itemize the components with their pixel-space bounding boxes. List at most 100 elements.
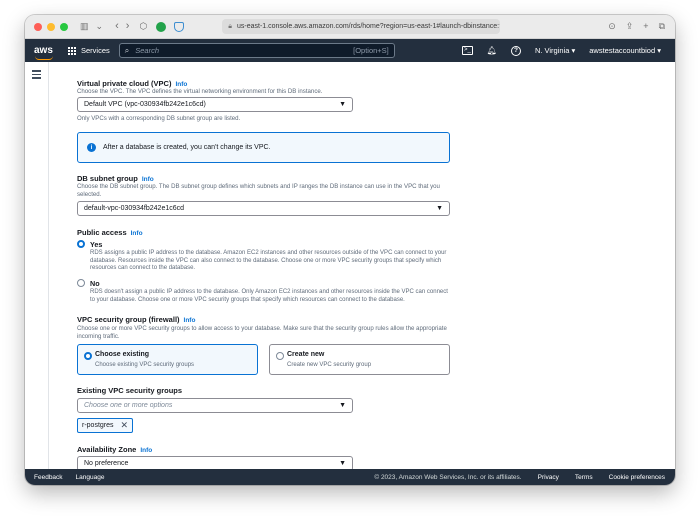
security-group-token-label: r-postgres	[82, 422, 114, 429]
availability-zone-label-text: Availability Zone	[77, 445, 137, 454]
close-window-button[interactable]	[34, 22, 42, 31]
vpc-info-link[interactable]: Info	[175, 81, 187, 88]
share-icon[interactable]: ⇪	[626, 21, 634, 32]
account-menu[interactable]: awstestaccountbiod ▾	[589, 46, 661, 55]
browser-actions: ⊙ ⇪ + ⧉	[608, 21, 665, 32]
caret-down-icon: ▼	[339, 460, 346, 467]
back-icon[interactable]: ‹	[115, 21, 119, 32]
security-group-description: Choose one or more VPC security groups t…	[77, 325, 447, 340]
extension-icon[interactable]: ⬡	[139, 22, 147, 31]
cloudshell-icon[interactable]: >_	[461, 46, 473, 55]
sidebar-toggle-icon[interactable]: ▥	[80, 22, 89, 31]
window-controls	[34, 22, 68, 31]
search-input[interactable]: ⌕ Search [Option+S]	[118, 43, 395, 58]
account-label: awstestaccountbiod	[589, 46, 656, 55]
side-navigation-rail	[25, 62, 49, 469]
remove-token-icon[interactable]: ✕	[120, 421, 128, 430]
nav-actions: >_ 🔔︎ ? N. Virginia ▾ awstestaccountbiod…	[461, 45, 661, 56]
grid-icon	[68, 46, 76, 55]
minimize-window-button[interactable]	[47, 22, 55, 31]
copyright-text: © 2023, Amazon Web Services, Inc. or its…	[374, 473, 522, 481]
vpc-select[interactable]: Default VPC (vpc-030934fb242e1c6cd) ▼	[77, 97, 353, 112]
privacy-link[interactable]: Privacy	[538, 474, 559, 481]
create-new-description: Create new VPC security group	[287, 362, 372, 368]
aws-top-nav: aws Services ⌕ Search [Option+S] >_ 🔔︎ ?…	[25, 39, 675, 62]
aws-logo-smile	[35, 56, 53, 60]
browser-toolbar: ▥ ⌄ ‹ › ⬡ 🔒︎ us-east-1.console.aws.amazo…	[25, 15, 675, 39]
main-content: Virtual private cloud (VPC) Info Choose t…	[49, 62, 675, 469]
caret-down-icon: ▼	[339, 101, 346, 108]
caret-down-icon: ▼	[339, 402, 346, 409]
caret-down-icon: ▼	[436, 205, 443, 212]
choose-existing-label: Choose existing	[95, 351, 150, 358]
security-group-info-link[interactable]: Info	[184, 317, 196, 324]
public-access-info-link[interactable]: Info	[131, 230, 143, 237]
zoom-window-button[interactable]	[60, 22, 68, 31]
region-selector[interactable]: N. Virginia ▾	[535, 46, 575, 55]
feedback-link[interactable]: Feedback	[34, 474, 63, 481]
language-link[interactable]: Language	[76, 474, 105, 481]
alert-text: After a database is created, you can't c…	[103, 144, 271, 151]
availability-zone-info-link[interactable]: Info	[140, 447, 152, 454]
shield-icon[interactable]	[174, 21, 185, 32]
subnet-description: Choose the DB subnet group. The DB subne…	[77, 183, 440, 198]
notifications-bell-icon[interactable]: 🔔︎	[487, 46, 497, 55]
reload-icon[interactable]: ↻	[499, 23, 500, 31]
vpc-description: Choose the VPC. The VPC defines the virt…	[77, 88, 323, 95]
downloads-icon[interactable]: ⊙	[608, 21, 616, 32]
create-new-tile[interactable]: Create new Create new VPC security group	[269, 344, 450, 375]
create-new-label: Create new	[287, 351, 325, 358]
page-footer: Feedback Language © 2023, Amazon Web Ser…	[25, 469, 675, 485]
public-access-yes-description: RDS assigns a public IP address to the d…	[90, 250, 447, 271]
public-access-no-radio[interactable]	[77, 279, 85, 287]
terms-link[interactable]: Terms	[575, 474, 593, 481]
vpc-selected-value: Default VPC (vpc-030934fb242e1c6cd)	[84, 101, 206, 108]
public-access-label-text: Public access	[77, 228, 127, 237]
availability-zone-label: Availability Zone Info	[77, 445, 152, 454]
existing-groups-select[interactable]: Choose one or more options ▼	[77, 398, 353, 413]
help-icon[interactable]: ?	[510, 45, 521, 56]
public-access-yes-label: Yes	[90, 240, 103, 249]
region-label: N. Virginia	[534, 46, 570, 55]
search-shortcut: [Option+S]	[353, 46, 389, 55]
dropdown-chevron-icon[interactable]: ⌄	[96, 22, 104, 31]
vpc-note: Only VPCs with a corresponding DB subnet…	[77, 115, 241, 122]
tab-overview-icon[interactable]: ⧉	[659, 21, 665, 32]
search-icon: ⌕	[124, 45, 130, 55]
vpc-label: Virtual private cloud (VPC) Info	[77, 79, 187, 88]
lock-icon: 🔒︎	[228, 22, 232, 30]
existing-groups-label: Existing VPC security groups	[77, 386, 183, 395]
new-tab-icon[interactable]: +	[643, 21, 648, 32]
address-bar[interactable]: 🔒︎ us-east-1.console.aws.amazon.com/rds/…	[222, 19, 501, 34]
aws-logo[interactable]: aws	[34, 44, 58, 60]
forward-icon[interactable]: ›	[126, 21, 130, 32]
security-group-label: VPC security group (firewall) Info	[77, 315, 195, 324]
choose-existing-radio[interactable]	[84, 352, 92, 360]
public-access-yes-radio[interactable]	[77, 240, 85, 248]
availability-zone-selected-value: No preference	[84, 460, 129, 467]
extension-green-icon[interactable]	[156, 21, 167, 32]
public-access-no-description: RDS doesn't assign a public IP address t…	[90, 289, 448, 303]
create-new-radio[interactable]	[276, 352, 284, 360]
availability-zone-select[interactable]: No preference ▼	[77, 456, 353, 469]
choose-existing-tile[interactable]: Choose existing Choose existing VPC secu…	[77, 344, 258, 375]
cookie-preferences-link[interactable]: Cookie preferences	[609, 474, 665, 481]
subnet-label: DB subnet group Info	[77, 174, 154, 183]
subnet-label-text: DB subnet group	[77, 174, 138, 183]
search-placeholder: Search	[135, 46, 160, 55]
subnet-selected-value: default-vpc-030934fb242e1c6cd	[84, 205, 185, 212]
vpc-info-alert: i After a database is created, you can't…	[77, 132, 450, 163]
public-access-no-label: No	[90, 279, 100, 288]
services-menu-button[interactable]: Services	[68, 46, 110, 55]
info-circle-icon: i	[87, 143, 96, 152]
public-access-label: Public access Info	[77, 228, 143, 237]
aws-logo-text: aws	[34, 44, 53, 56]
hamburger-menu-icon[interactable]	[32, 70, 41, 81]
existing-groups-placeholder: Choose one or more options	[84, 402, 173, 409]
security-group-token: r-postgres ✕	[77, 418, 133, 433]
services-label: Services	[81, 46, 110, 55]
vpc-label-text: Virtual private cloud (VPC)	[77, 79, 172, 88]
address-bar-url: us-east-1.console.aws.amazon.com/rds/hom…	[237, 23, 500, 30]
subnet-info-link[interactable]: Info	[142, 176, 154, 183]
subnet-select[interactable]: default-vpc-030934fb242e1c6cd ▼	[77, 201, 450, 216]
